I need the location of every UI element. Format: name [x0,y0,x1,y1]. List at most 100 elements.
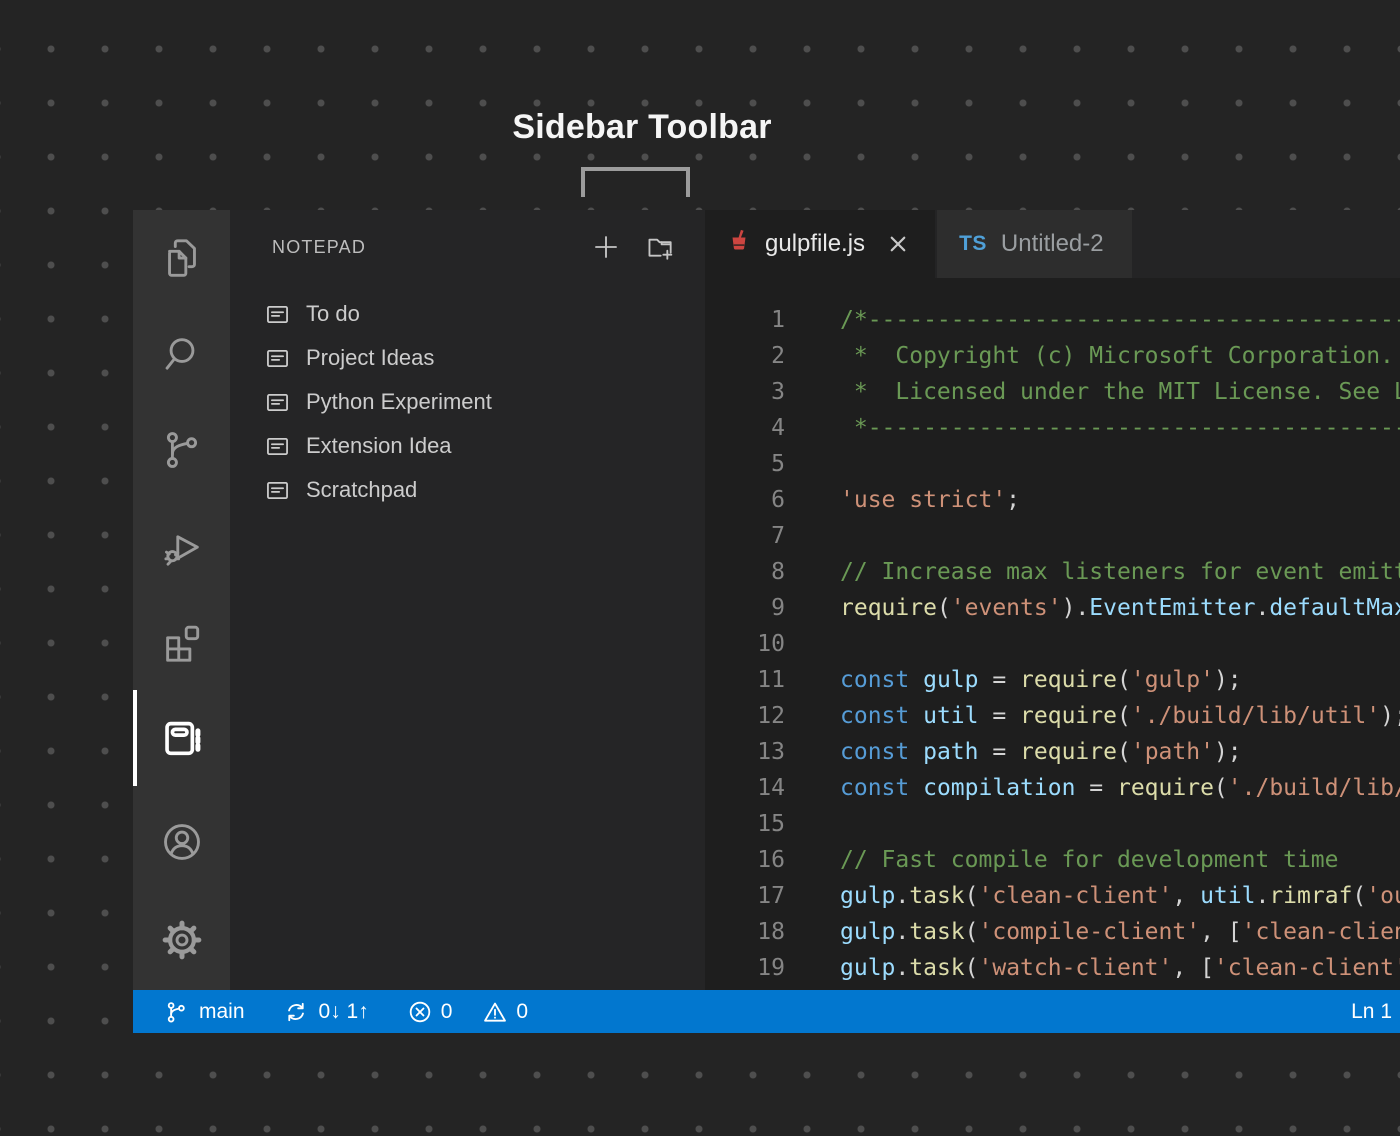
note-list-item[interactable]: Scratchpad [230,468,705,512]
sidebar-title: NOTEPAD [272,237,587,258]
new-note-button[interactable] [587,228,625,266]
status-bar: main 0↓ 1↑ 0 0 Ln 1 [133,990,1400,1033]
warning-icon [482,999,508,1025]
activity-bar-item-extensions[interactable] [133,594,230,690]
code-text: require('events').EventEmitter.defaultMa… [840,590,1400,626]
line-number: 11 [705,662,785,698]
tab-gulpfile-js[interactable]: gulpfile.js [705,210,935,278]
line-number: 13 [705,734,785,770]
code-line[interactable]: 9 require('events').EventEmitter.default… [705,590,1400,626]
code-text: gulp.task('clean-client', util.rimraf('o… [840,878,1400,914]
activity-bar-item-notepad[interactable] [133,690,230,786]
code-line[interactable]: 13 const path = require('path'); [705,734,1400,770]
search-icon [159,331,205,377]
problems-indicator[interactable]: 0 0 [407,999,528,1025]
code-line[interactable]: 11 const gulp = require('gulp'); [705,662,1400,698]
activity-bar [133,210,230,990]
source-control-icon [159,427,205,473]
note-label: Extension Idea [306,433,452,459]
gulp-icon [727,228,751,260]
code-line[interactable]: 6 'use strict'; [705,482,1400,518]
note-list-item[interactable]: To do [230,292,705,336]
note-icon [264,477,291,504]
branch-name: main [199,1000,245,1024]
code-text: * Licensed under the MIT License. See Li… [840,374,1400,410]
activity-bar-item-explorer[interactable] [133,210,230,306]
new-folder-icon [644,231,676,263]
code-text: // Fast compile for development time [840,842,1339,878]
note-label: Scratchpad [306,477,417,503]
note-icon [264,433,291,460]
code-editor[interactable]: 1 /*------------------------------------… [705,278,1400,990]
code-line[interactable]: 19 gulp.task('watch-client', ['clean-cli… [705,950,1400,986]
note-icon [264,389,291,416]
line-number: 3 [705,374,785,410]
code-text: gulp.task('compile-client', ['clean-clie… [840,914,1400,950]
code-line[interactable]: 7 [705,518,1400,554]
code-line[interactable]: 18 gulp.task('compile-client', ['clean-c… [705,914,1400,950]
note-list-item[interactable]: Python Experiment [230,380,705,424]
sync-indicator[interactable]: 0↓ 1↑ [283,999,369,1025]
annotation-title: Sidebar Toolbar [487,108,797,147]
code-line[interactable]: 15 [705,806,1400,842]
code-line[interactable]: 5 [705,446,1400,482]
error-count: 0 [441,1000,453,1024]
line-number: 18 [705,914,785,950]
code-line[interactable]: 14 const compilation = require('./build/… [705,770,1400,806]
branch-indicator[interactable]: main [163,999,245,1025]
code-text: *---------------------------------------… [840,410,1400,446]
plus-icon [590,231,622,263]
line-number: 1 [705,302,785,338]
activity-bar-item-accounts[interactable] [133,794,230,890]
code-line[interactable]: 4 *-------------------------------------… [705,410,1400,446]
code-line[interactable]: 1 /*------------------------------------… [705,302,1400,338]
code-line[interactable]: 10 [705,626,1400,662]
line-number: 17 [705,878,785,914]
tab-label: Untitled-2 [1001,230,1104,258]
close-icon[interactable] [883,229,913,259]
line-number: 4 [705,410,785,446]
note-list: To do Project Ideas Python Experiment Ex… [230,292,705,512]
tab-untitled-2[interactable]: TS Untitled-2 [937,210,1132,278]
code-text: * Copyright (c) Microsoft Corporation. A… [840,338,1400,374]
activity-bar-item-source-control[interactable] [133,402,230,498]
activity-bar-item-search[interactable] [133,306,230,402]
activity-bar-item-run-debug[interactable] [133,498,230,594]
code-line[interactable]: 12 const util = require('./build/lib/uti… [705,698,1400,734]
note-label: Python Experiment [306,389,492,415]
code-line[interactable]: 2 * Copyright (c) Microsoft Corporation.… [705,338,1400,374]
code-text: const util = require('./build/lib/util')… [840,698,1400,734]
line-number: 19 [705,950,785,986]
gear-icon [159,917,205,963]
line-number: 2 [705,338,785,374]
note-list-item[interactable]: Extension Idea [230,424,705,468]
new-folder-button[interactable] [641,228,679,266]
code-text: const path = require('path'); [840,734,1242,770]
line-number: 5 [705,446,785,482]
debug-icon [159,523,205,569]
line-number: 16 [705,842,785,878]
activity-bar-item-settings[interactable] [133,892,230,988]
extensions-icon [159,619,205,665]
error-icon [407,999,433,1025]
cursor-position[interactable]: Ln 1 [1351,1000,1392,1024]
code-text: /*--------------------------------------… [840,302,1400,338]
tab-bar: gulpfile.js TS Untitled-2 [705,210,1400,278]
git-branch-icon [163,999,189,1025]
code-line[interactable]: 3 * Licensed under the MIT License. See … [705,374,1400,410]
code-text: const gulp = require('gulp'); [840,662,1242,698]
note-list-item[interactable]: Project Ideas [230,336,705,380]
line-number: 8 [705,554,785,590]
tab-label: gulpfile.js [765,230,865,258]
line-number: 10 [705,626,785,662]
sidebar: NOTEPAD [230,210,705,990]
note-label: To do [306,301,360,327]
note-icon [264,301,291,328]
line-number: 6 [705,482,785,518]
code-line[interactable]: 17 gulp.task('clean-client', util.rimraf… [705,878,1400,914]
code-line[interactable]: 16 // Fast compile for development time [705,842,1400,878]
activity-bar-spacer [133,786,230,794]
line-number: 9 [705,590,785,626]
line-number: 15 [705,806,785,842]
code-line[interactable]: 8 // Increase max listeners for event em… [705,554,1400,590]
